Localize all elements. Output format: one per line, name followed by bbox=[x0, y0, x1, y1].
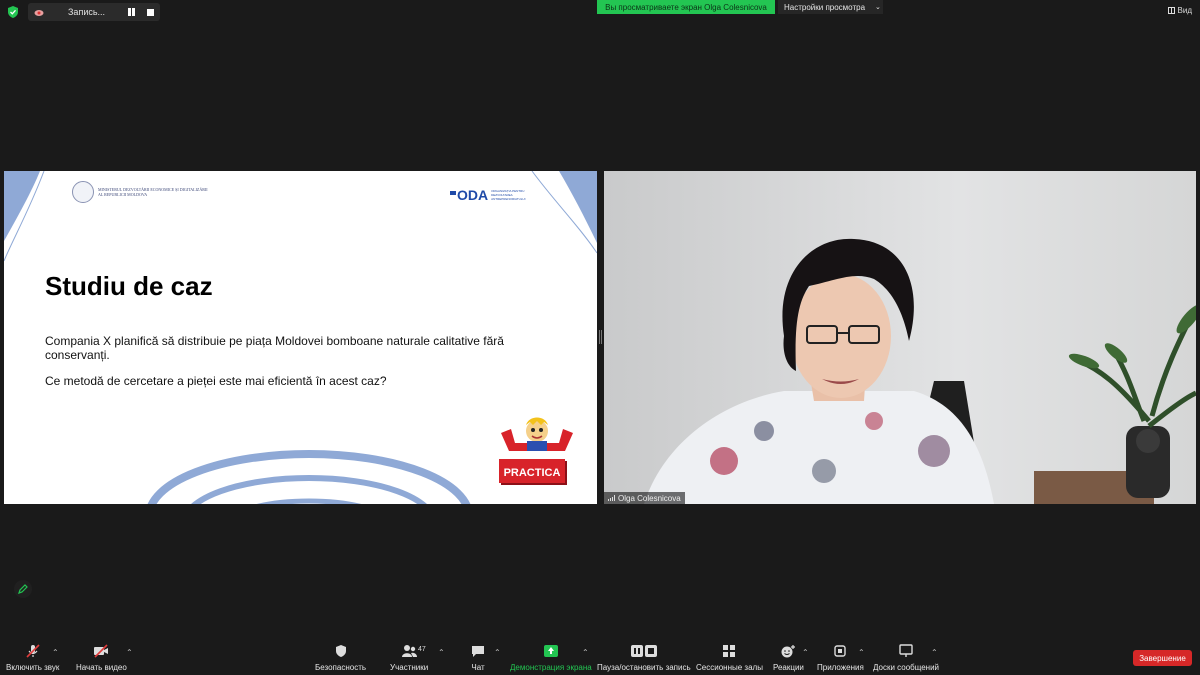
oda-logo: ODA ORGANIZAȚIA PENTRU DEZVOLTAREA ANTRE… bbox=[450, 187, 536, 203]
security-shield-icon bbox=[335, 645, 346, 657]
chat-label: Чат bbox=[471, 663, 485, 672]
reactions-smiley-icon bbox=[781, 645, 796, 658]
view-options-button[interactable]: Настройки просмотра ⌄ bbox=[778, 0, 883, 14]
recording-indicator: Запись... bbox=[28, 3, 160, 21]
participant-name: Olga Colesnicova bbox=[618, 493, 681, 503]
apps-label: Приложения bbox=[817, 663, 864, 672]
chevron-down-icon: ⌄ bbox=[875, 4, 881, 11]
chat-bubble-icon bbox=[472, 646, 484, 657]
view-layout-icon bbox=[1167, 7, 1175, 14]
unmute-label: Включить звук bbox=[6, 663, 60, 672]
end-meeting-button[interactable]: Завершение bbox=[1133, 650, 1192, 666]
share-banner: Вы просматриваете экран Olga Colesnicova bbox=[597, 0, 775, 14]
chat-options-caret-icon[interactable]: ⌃ bbox=[494, 648, 501, 657]
apps-button[interactable]: Приложения bbox=[817, 644, 864, 672]
pause-stop-recording-button[interactable]: Пауза/остановить запись bbox=[597, 644, 691, 672]
whiteboards-button[interactable]: Доски сообщений bbox=[873, 644, 939, 672]
top-bar: Запись... Вы просматриваете экран Olga C… bbox=[0, 0, 1200, 24]
apps-options-caret-icon[interactable]: ⌃ bbox=[858, 648, 865, 657]
view-options-label: Настройки просмотра bbox=[784, 2, 866, 12]
share-screen-label: Демонстрация экрана bbox=[510, 663, 592, 672]
reactions-button[interactable]: Реакции bbox=[773, 644, 804, 672]
ministry-emblem-icon bbox=[72, 181, 94, 203]
start-video-button[interactable]: Начать видео bbox=[76, 644, 127, 672]
whiteboard-options-caret-icon[interactable]: ⌃ bbox=[931, 648, 938, 657]
security-button[interactable]: Безопасность bbox=[315, 644, 366, 672]
pause-recording-icon[interactable] bbox=[127, 7, 137, 17]
participants-label: Участники bbox=[390, 663, 429, 672]
pencil-icon bbox=[18, 584, 28, 594]
slide-paragraph-1: Compania X planifică să distribuie pe pi… bbox=[45, 334, 504, 362]
share-options-caret-icon[interactable]: ⌃ bbox=[582, 648, 589, 657]
breakout-rooms-button[interactable]: Сессионные залы bbox=[696, 644, 763, 672]
participants-options-caret-icon[interactable]: ⌃ bbox=[438, 648, 445, 657]
practica-label: PRACTICA bbox=[503, 467, 561, 479]
video-off-icon bbox=[94, 644, 109, 658]
apps-icon bbox=[834, 645, 847, 657]
reactions-label: Реакции bbox=[773, 663, 804, 672]
ministry-name: MINISTERUL DEZVOLTĂRII ECONOMICE ȘI DIGI… bbox=[98, 187, 208, 197]
chat-button[interactable]: Чат bbox=[470, 644, 486, 672]
shared-screen-slide: MINISTERUL DEZVOLTĂRII ECONOMICE ȘI DIGI… bbox=[4, 171, 597, 504]
recording-cloud-icon bbox=[34, 10, 44, 16]
reactions-options-caret-icon[interactable]: ⌃ bbox=[802, 648, 809, 657]
ministry-logo: MINISTERUL DEZVOLTĂRII ECONOMICE ȘI DIGI… bbox=[72, 181, 208, 203]
participant-video-frame bbox=[604, 171, 1196, 504]
annotate-pencil-button[interactable] bbox=[14, 580, 32, 598]
connection-signal-icon bbox=[608, 495, 615, 501]
slide-paragraph-2: Ce metodă de cercetare a pieței este mai… bbox=[45, 374, 387, 388]
muted-microphone-icon bbox=[26, 644, 40, 658]
slide-title: Studiu de caz bbox=[45, 271, 213, 301]
breakout-rooms-icon bbox=[723, 645, 736, 657]
audio-options-caret-icon[interactable]: ⌃ bbox=[52, 648, 59, 657]
oda-subtitle: ORGANIZAȚIA PENTRU DEZVOLTAREA ANTREPREN… bbox=[491, 189, 526, 201]
view-button[interactable]: Вид bbox=[1167, 6, 1192, 15]
split-view-divider[interactable] bbox=[599, 330, 602, 344]
stop-recording-icon[interactable] bbox=[147, 8, 154, 16]
view-label: Вид bbox=[1177, 6, 1192, 15]
participants-icon bbox=[402, 645, 418, 657]
security-label: Безопасность bbox=[315, 663, 367, 672]
shield-icon[interactable] bbox=[6, 5, 20, 19]
recording-label: Запись... bbox=[68, 7, 106, 17]
practica-clipart bbox=[499, 417, 573, 485]
participant-name-tag: Olga Colesnicova bbox=[604, 492, 685, 504]
oda-mark: ODA bbox=[450, 187, 488, 203]
participants-count: 47 bbox=[418, 646, 426, 653]
share-screen-button[interactable]: Демонстрация экрана bbox=[510, 644, 592, 672]
start-video-label: Начать видео bbox=[76, 663, 127, 672]
whiteboard-label: Доски сообщений bbox=[873, 663, 940, 672]
pause-record-label: Пауза/остановить запись bbox=[597, 663, 691, 672]
pause-stop-icon bbox=[630, 645, 657, 657]
video-options-caret-icon[interactable]: ⌃ bbox=[126, 648, 133, 657]
breakout-label: Сессионные залы bbox=[696, 663, 763, 672]
whiteboard-icon bbox=[899, 644, 913, 657]
meeting-toolbar: Включить звук ⌃ Начать видео ⌃ Безопасно… bbox=[0, 640, 1200, 675]
participant-video-tile[interactable]: Olga Colesnicova bbox=[604, 171, 1196, 504]
share-screen-icon bbox=[543, 645, 558, 657]
